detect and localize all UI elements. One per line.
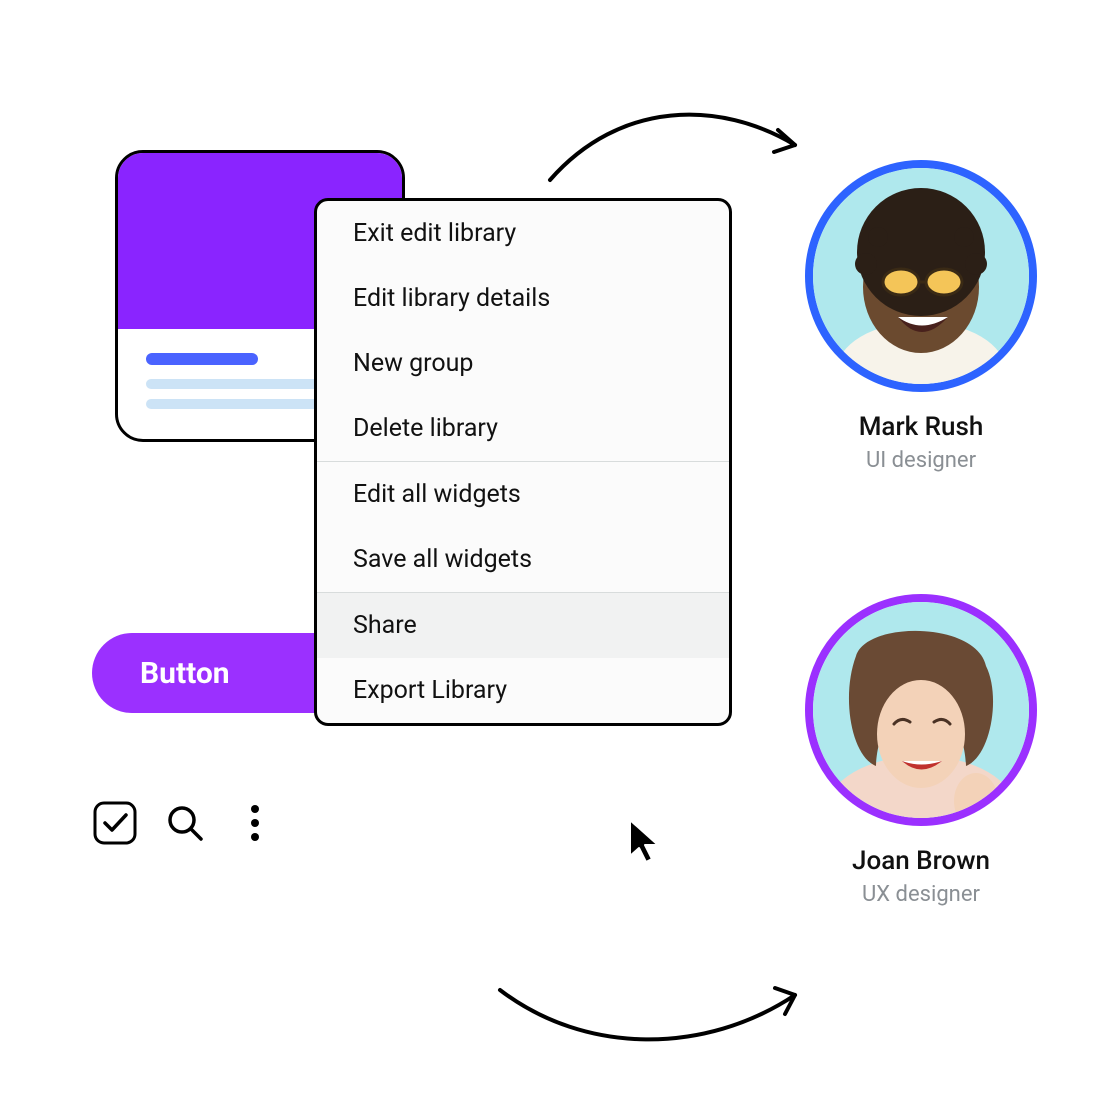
- avatar: [805, 594, 1037, 826]
- more-vertical-icon[interactable]: [232, 800, 278, 846]
- menu-item-edit-library-details[interactable]: Edit library details: [317, 266, 729, 331]
- card-title-placeholder: [146, 353, 258, 365]
- person-card-mark: Mark Rush UI designer: [805, 160, 1037, 473]
- person-role: UX designer: [862, 882, 980, 907]
- arrow-icon: [540, 90, 820, 214]
- menu-item-delete-library[interactable]: Delete library: [317, 396, 729, 461]
- context-menu: Exit edit library Edit library details N…: [314, 198, 732, 726]
- arrow-icon: [485, 960, 815, 1074]
- menu-section: Share Export Library: [317, 593, 729, 723]
- card-text-line: [146, 399, 326, 409]
- search-icon[interactable]: [162, 800, 208, 846]
- person-card-joan: Joan Brown UX designer: [805, 594, 1037, 907]
- toolbar: [92, 800, 278, 846]
- menu-item-export-library[interactable]: Export Library: [317, 658, 729, 723]
- checkbox-icon[interactable]: [92, 800, 138, 846]
- menu-item-share[interactable]: Share: [317, 593, 729, 658]
- menu-section: Exit edit library Edit library details N…: [317, 201, 729, 462]
- menu-section: Edit all widgets Save all widgets: [317, 462, 729, 593]
- person-role: UI designer: [866, 448, 976, 473]
- menu-item-exit-edit-library[interactable]: Exit edit library: [317, 201, 729, 266]
- button-label: Button: [140, 656, 230, 691]
- menu-item-save-all-widgets[interactable]: Save all widgets: [317, 527, 729, 592]
- avatar: [805, 160, 1037, 392]
- cursor-icon: [628, 818, 664, 870]
- menu-item-new-group[interactable]: New group: [317, 331, 729, 396]
- menu-item-edit-all-widgets[interactable]: Edit all widgets: [317, 462, 729, 527]
- person-name: Joan Brown: [852, 846, 990, 876]
- person-name: Mark Rush: [859, 412, 984, 442]
